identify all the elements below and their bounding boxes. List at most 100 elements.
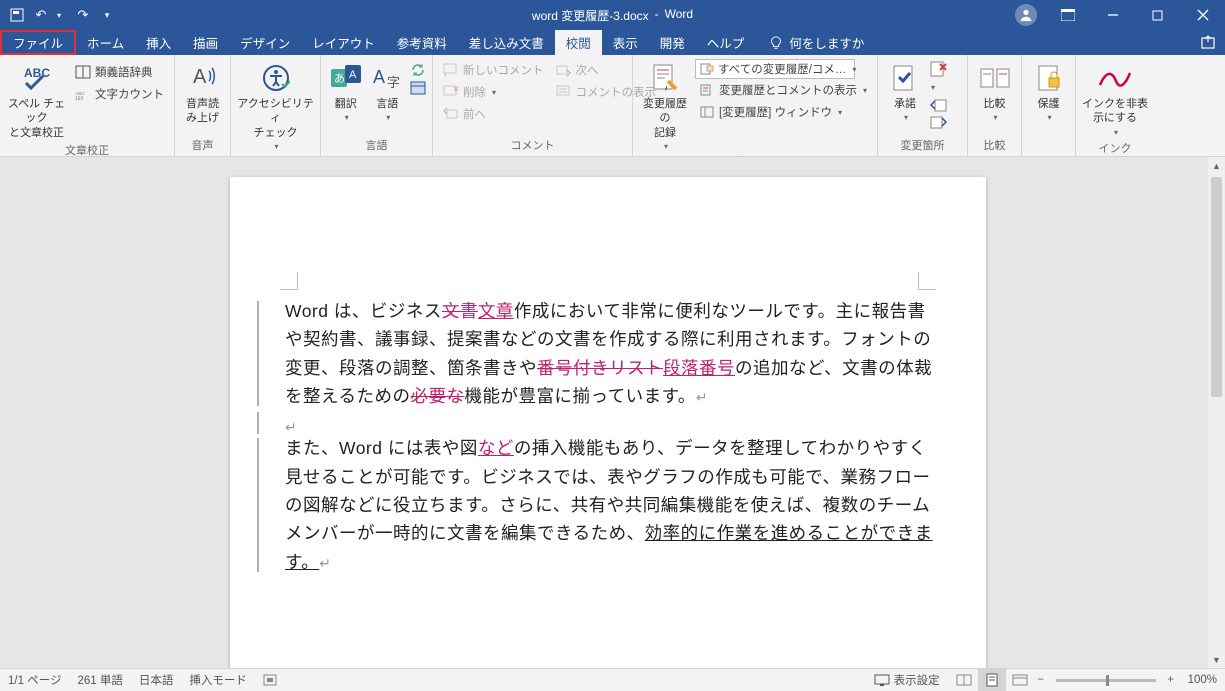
delete-comment-button[interactable]: 削除▾	[439, 81, 548, 103]
zoom-in-button[interactable]: +	[1164, 674, 1178, 686]
zoom-out-button[interactable]: −	[1034, 674, 1048, 686]
read-aloud-button[interactable]: A 音声読 み上げ	[181, 57, 224, 126]
hide-ink-button[interactable]: インクを非表 示にする▾	[1082, 57, 1148, 138]
undo-dropdown[interactable]: ▾	[50, 6, 68, 24]
undo-button[interactable]: ↶	[32, 6, 50, 24]
reject-button[interactable]: ▾	[930, 61, 948, 95]
tab-file[interactable]: ファイル	[0, 30, 76, 55]
tab-draw[interactable]: 描画	[182, 30, 229, 55]
comment-prev-icon	[443, 106, 459, 122]
pilcrow-icon: ↵	[285, 419, 297, 435]
japanese-layout-icon[interactable]	[410, 81, 426, 95]
status-bar: 1/1 ページ 261 単語 日本語 挿入モード 表示設定 − + 100%	[0, 668, 1225, 691]
display-icon	[874, 674, 890, 686]
accessibility-check-button[interactable]: アクセシビリティ チェック▾	[237, 57, 314, 152]
change-bar	[257, 301, 259, 406]
language-button[interactable]: A字 言語▾	[369, 57, 407, 124]
tab-developer[interactable]: 開発	[649, 30, 696, 55]
tab-design[interactable]: デザイン	[229, 30, 301, 55]
translate-button[interactable]: あA 翻訳▾	[327, 57, 365, 124]
svg-text:A: A	[373, 67, 385, 87]
paragraph[interactable]: Word は、ビジネス文書文章作成において非常に便利なツールです。主に報告書や契…	[285, 297, 935, 410]
tab-references[interactable]: 参考資料	[386, 30, 458, 55]
comment-add-icon	[443, 62, 459, 78]
inserted-text: など	[478, 438, 514, 458]
next-change-button[interactable]	[930, 115, 948, 129]
tell-me[interactable]: 何をしますか	[755, 30, 864, 55]
compare-button[interactable]: 比較▾	[974, 57, 1015, 124]
comment-show-icon	[556, 84, 572, 100]
spelling-icon: ABC	[20, 61, 54, 95]
tab-insert[interactable]: 挿入	[135, 30, 182, 55]
track-changes-button[interactable]: 変更履歴の 記録▾	[639, 57, 691, 152]
scroll-up-button[interactable]: ▲	[1208, 157, 1225, 174]
svg-text:あ: あ	[334, 72, 345, 85]
tab-help[interactable]: ヘルプ	[696, 30, 756, 55]
svg-text:A: A	[193, 66, 207, 88]
accessibility-icon	[262, 61, 290, 95]
maximize-button[interactable]	[1135, 0, 1180, 30]
update-ime-icon[interactable]	[410, 63, 426, 77]
display-settings[interactable]: 表示設定	[874, 672, 940, 688]
new-comment-button[interactable]: 新しいコメント	[439, 59, 548, 81]
tab-layout[interactable]: レイアウト	[301, 30, 386, 55]
zoom-slider[interactable]	[1056, 679, 1156, 682]
compare-icon	[980, 61, 1010, 95]
show-markup-button[interactable]: 変更履歴とコメントの表示▾	[695, 79, 871, 101]
paragraph[interactable]: また、Word には表や図などの挿入機能もあり、データを整理してわかりやすく見せ…	[285, 434, 935, 576]
wordcount-button[interactable]: ABC123文字カウント	[71, 83, 168, 105]
track-changes-icon	[650, 61, 680, 95]
svg-text:123: 123	[75, 96, 83, 101]
deleted-text: 必要な	[410, 386, 464, 406]
document-title: word 変更履歴-3.docx	[532, 7, 649, 24]
spelling-button[interactable]: ABC スペル チェック と文章校正	[6, 57, 67, 140]
ribbon-display-options[interactable]	[1045, 0, 1090, 30]
tab-mailings[interactable]: 差し込み文書	[458, 30, 555, 55]
markup-icon	[699, 82, 715, 98]
zoom-level[interactable]: 100%	[1188, 674, 1217, 686]
share-button[interactable]	[1199, 34, 1217, 50]
autosave-icon[interactable]	[8, 6, 26, 24]
title-bar: ↶ ▾ ↷ ▾ word 変更履歴-3.docx - Word	[0, 0, 1225, 30]
tab-home[interactable]: ホーム	[76, 30, 135, 55]
accept-button[interactable]: 承諾▾	[884, 57, 926, 124]
svg-text:字: 字	[387, 75, 400, 90]
deleted-text: 番号付きリスト	[537, 358, 663, 378]
qat-customize[interactable]: ▾	[98, 6, 116, 24]
book-icon	[75, 64, 91, 80]
protect-icon	[1036, 61, 1062, 95]
minimize-button[interactable]	[1090, 0, 1135, 30]
vertical-scrollbar[interactable]: ▲ ▼	[1208, 157, 1225, 668]
redo-button[interactable]: ↷	[74, 6, 92, 24]
prev-change-button[interactable]	[930, 98, 948, 112]
crop-mark	[280, 272, 298, 290]
comment-next-icon	[556, 62, 572, 78]
lightbulb-icon	[769, 36, 783, 50]
tab-view[interactable]: 表示	[602, 30, 649, 55]
display-for-review-dropdown[interactable]: すべての変更履歴/コメ…▾	[695, 59, 855, 79]
protect-button[interactable]: 保護▾	[1028, 57, 1069, 124]
read-aloud-icon: A	[189, 61, 217, 95]
tab-review[interactable]: 校閲	[555, 30, 602, 55]
user-account-icon[interactable]	[1015, 4, 1037, 26]
wordcount-icon: ABC123	[75, 86, 91, 102]
deleted-text: 文書	[442, 301, 478, 321]
web-layout-view[interactable]	[1006, 669, 1034, 691]
close-button[interactable]	[1180, 0, 1225, 30]
scroll-thumb[interactable]	[1211, 177, 1222, 397]
print-layout-view[interactable]	[978, 669, 1006, 691]
read-mode-view[interactable]	[950, 669, 978, 691]
reviewing-pane-button[interactable]: [変更履歴] ウィンドウ▾	[695, 101, 871, 123]
macro-status[interactable]	[263, 674, 277, 686]
page-status[interactable]: 1/1 ページ	[8, 672, 61, 688]
ribbon-tabs: ファイル ホーム 挿入 描画 デザイン レイアウト 参考資料 差し込み文書 校閲…	[0, 30, 1225, 55]
page[interactable]: Word は、ビジネス文書文章作成において非常に便利なツールです。主に報告書や契…	[230, 177, 986, 668]
prev-comment-button[interactable]: 前へ	[439, 103, 548, 125]
pane-icon	[699, 104, 715, 120]
wordcount-status[interactable]: 261 単語	[77, 672, 122, 688]
insert-mode-status[interactable]: 挿入モード	[189, 672, 247, 688]
pilcrow-icon: ↵	[696, 389, 708, 405]
thesaurus-button[interactable]: 類義語辞典	[71, 61, 168, 83]
language-status[interactable]: 日本語	[139, 672, 174, 688]
scroll-down-button[interactable]: ▼	[1208, 651, 1225, 668]
